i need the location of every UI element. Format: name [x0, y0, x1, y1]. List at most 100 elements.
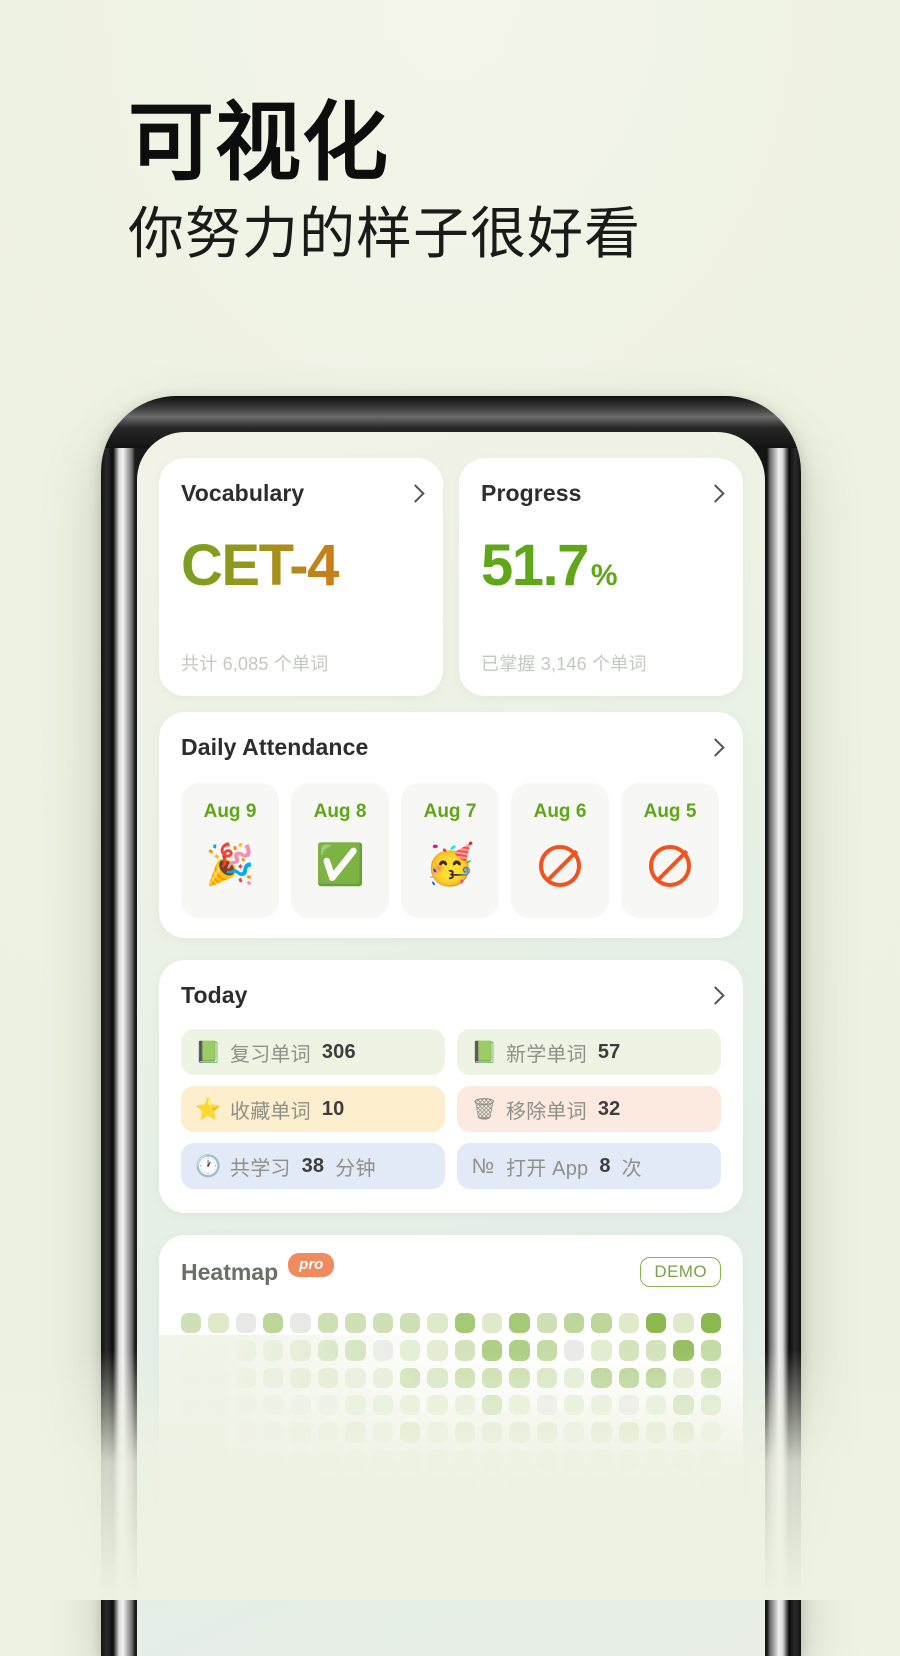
- chevron-right-icon[interactable]: [708, 483, 721, 505]
- today-stat-chip[interactable]: 📗 新学单词 57: [457, 1029, 721, 1075]
- heatmap-cell: [317, 1422, 339, 1443]
- heatmap-cell: [618, 1449, 640, 1471]
- heatmap-cell: [235, 1340, 257, 1361]
- heatmap-cell: [317, 1504, 339, 1525]
- heatmap-cell: [372, 1367, 393, 1389]
- heatmap-cell: [454, 1340, 475, 1361]
- heatmap-cell: [673, 1313, 694, 1334]
- heatmap-cell: [591, 1313, 612, 1334]
- heatmap-cell: [591, 1367, 612, 1389]
- pro-badge: pro: [288, 1253, 335, 1277]
- heatmap-card[interactable]: Heatmap pro DEMO: [159, 1235, 743, 1565]
- daily-attendance-card[interactable]: Daily Attendance Aug 9 🎉 Aug 8 ✅ Aug 7 🥳 Aug 6…: [159, 712, 743, 938]
- heatmap-cell: [317, 1531, 339, 1553]
- heatmap-cell: [591, 1395, 612, 1416]
- heatmap-cell: [235, 1367, 257, 1389]
- today-stat-value: 32: [597, 1097, 621, 1120]
- progress-card-title: Progress: [481, 480, 582, 506]
- heatmap-cell: [454, 1422, 475, 1443]
- heatmap-cell: [290, 1313, 311, 1334]
- heatmap-cell: [345, 1313, 366, 1334]
- today-stat-chip[interactable]: № 打开 App 8 次: [457, 1143, 721, 1189]
- heatmap-cell: [317, 1477, 339, 1498]
- verified-check-icon: ✅: [315, 843, 365, 887]
- progress-caption: 已掌握 3,146 个单词: [481, 654, 647, 674]
- heatmap-cell: [646, 1504, 667, 1525]
- heatmap-cell: [646, 1367, 667, 1389]
- heatmap-cell: [646, 1531, 667, 1553]
- heatmap-cell: [564, 1367, 585, 1389]
- progress-card[interactable]: Progress 51.7% 已掌握 3,146 个单词: [459, 458, 743, 696]
- chevron-right-icon[interactable]: [708, 985, 721, 1007]
- attendance-day[interactable]: Aug 7 🥳: [401, 783, 499, 918]
- heatmap-cell: [454, 1531, 475, 1553]
- heatmap-cell: [700, 1367, 722, 1389]
- today-stat-chip[interactable]: 📗 复习单词 306: [181, 1029, 445, 1075]
- today-stat-suffix: 次: [621, 1157, 642, 1180]
- attendance-day[interactable]: Aug 6: [511, 783, 609, 918]
- today-stat-chip[interactable]: 🕐 共学习 38 分钟: [181, 1143, 445, 1189]
- heatmap-cell: [481, 1531, 503, 1553]
- heatmap-cell: [536, 1340, 558, 1361]
- heatmap-cell: [481, 1395, 503, 1416]
- partying-face-icon: 🥳: [425, 843, 475, 887]
- heatmap-cell: [290, 1477, 311, 1498]
- today-stat-chip[interactable]: ⭐ 收藏单词 10: [181, 1086, 445, 1132]
- heatmap-cell: [235, 1504, 257, 1525]
- heatmap-cell: [208, 1340, 229, 1361]
- chevron-right-icon[interactable]: [408, 483, 421, 505]
- heatmap-cell: [509, 1531, 530, 1553]
- heatmap-cell: [618, 1313, 640, 1334]
- today-card[interactable]: Today 📗 复习单词 306 📗 新学单词 57 ⭐ 收藏单词 10 🗑 移除单词 32 🕐…: [159, 960, 743, 1213]
- attendance-day[interactable]: Aug 5: [621, 783, 719, 918]
- today-card-header: Today: [181, 982, 721, 1009]
- heatmap-cell: [372, 1449, 393, 1471]
- heatmap-cell: [372, 1340, 393, 1361]
- chevron-right-icon[interactable]: [708, 737, 721, 759]
- star-icon: ⭐: [195, 1097, 222, 1121]
- heatmap-cell: [591, 1477, 612, 1498]
- today-stat-label: 打开 App: [506, 1157, 589, 1180]
- heatmap-cell: [317, 1340, 339, 1361]
- today-stat-chip[interactable]: 🗑 移除单词 32: [457, 1086, 721, 1132]
- heatmap-cell: [646, 1340, 667, 1361]
- heatmap-cell: [399, 1340, 421, 1361]
- heatmap-cell: [427, 1477, 448, 1498]
- heatmap-cell: [700, 1531, 722, 1553]
- party-popper-icon: 🎉: [205, 843, 255, 887]
- heatmap-cell: [646, 1477, 667, 1498]
- today-stats-grid: 📗 复习单词 306 📗 新学单词 57 ⭐ 收藏单词 10 🗑 移除单词 32 🕐 共学习 38…: [181, 1029, 721, 1189]
- attendance-day[interactable]: Aug 9 🎉: [181, 783, 279, 918]
- attendance-day[interactable]: Aug 8 ✅: [291, 783, 389, 918]
- heatmap-cell: [536, 1367, 558, 1389]
- attendance-day-label: Aug 9: [203, 801, 257, 822]
- heatmap-cell: [263, 1504, 284, 1525]
- heatmap-cell: [181, 1340, 202, 1361]
- attendance-card-title: Daily Attendance: [181, 734, 369, 760]
- heatmap-cell: [673, 1422, 694, 1443]
- today-stat-suffix: 分钟: [335, 1157, 376, 1180]
- heatmap-cell: [235, 1477, 257, 1498]
- heatmap-cell: [399, 1313, 421, 1334]
- heatmap-cell: [536, 1531, 558, 1553]
- heatmap-cell: [673, 1504, 694, 1525]
- vocabulary-card[interactable]: Vocabulary CET-4 共计 6,085 个单词: [159, 458, 443, 696]
- today-stat-label: 收藏单词: [230, 1100, 311, 1123]
- heatmap-cell: [181, 1477, 202, 1498]
- heatmap-cell: [700, 1395, 722, 1416]
- demo-button[interactable]: DEMO: [640, 1257, 721, 1287]
- heatmap-cell: [345, 1449, 366, 1471]
- heatmap-cell: [263, 1395, 284, 1416]
- heatmap-cell: [700, 1422, 722, 1443]
- heatmap-cell: [481, 1422, 503, 1443]
- heatmap-cell: [454, 1395, 475, 1416]
- heatmap-cell: [345, 1395, 366, 1416]
- heatmap-title-wrap: Heatmap pro: [181, 1253, 335, 1286]
- heatmap-cell: [208, 1395, 229, 1416]
- heatmap-cell: [673, 1449, 694, 1471]
- heatmap-cell: [673, 1531, 694, 1553]
- prohibited-icon: [649, 845, 691, 887]
- heatmap-cell: [345, 1422, 366, 1443]
- heatmap-cell: [618, 1395, 640, 1416]
- heatmap-cell: [345, 1367, 366, 1389]
